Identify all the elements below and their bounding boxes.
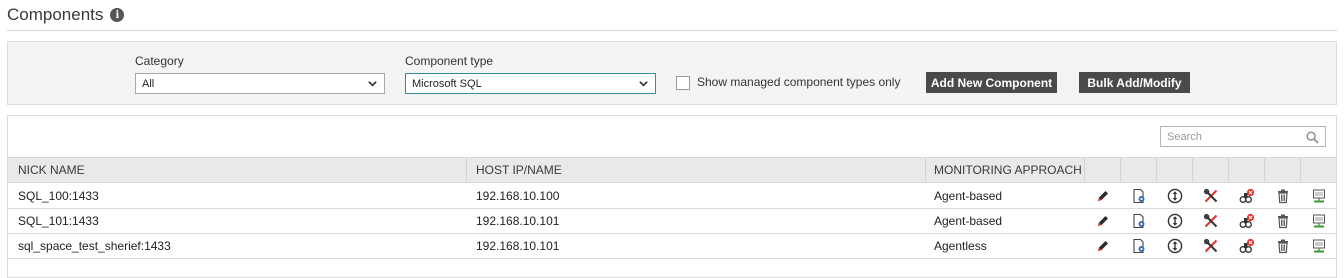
nick-name-cell: SQL_100:1433 — [18, 189, 99, 203]
host-cell: 192.168.10.100 — [476, 189, 560, 203]
edit-icon[interactable] — [1094, 237, 1112, 255]
table-header: NICK NAME HOST IP/NAME MONITORING APPROA… — [8, 157, 1336, 183]
table-row[interactable]: sql_space_test_sherief:1433 192.168.10.1… — [8, 234, 1336, 259]
delete-icon[interactable] — [1274, 212, 1292, 230]
monitor-icon[interactable] — [1310, 237, 1328, 255]
component-type-label: Component type — [405, 54, 494, 68]
bulk-add-modify-button[interactable]: Bulk Add/Modify — [1079, 72, 1190, 93]
info-icon[interactable]: i — [110, 8, 125, 22]
title-divider — [7, 30, 1337, 31]
unmanage-icon[interactable] — [1238, 237, 1256, 255]
unmanage-icon[interactable] — [1238, 212, 1256, 230]
host-cell: 192.168.10.101 — [476, 214, 560, 228]
unmanage-icon[interactable] — [1238, 187, 1256, 205]
nick-name-cell: sql_space_test_sherief:1433 — [18, 239, 171, 253]
host-cell: 192.168.10.101 — [476, 239, 560, 253]
components-table-panel: Search NICK NAME HOST IP/NAME MONITORING… — [7, 115, 1337, 278]
nick-name-cell: SQL_101:1433 — [18, 214, 99, 228]
tools-icon[interactable] — [1202, 212, 1220, 230]
edit-icon[interactable] — [1094, 187, 1112, 205]
search-icon — [1306, 131, 1319, 144]
configure-icon[interactable] — [1130, 212, 1148, 230]
approach-cell: Agent-based — [934, 189, 1003, 203]
tools-icon[interactable] — [1202, 237, 1220, 255]
add-new-component-button[interactable]: Add New Component — [926, 72, 1057, 93]
tools-icon[interactable] — [1202, 187, 1220, 205]
monitor-icon[interactable] — [1310, 187, 1328, 205]
approach-cell: Agentless — [934, 239, 987, 253]
category-label: Category — [135, 54, 184, 68]
page-header: Components i — [7, 4, 125, 26]
page-title: Components — [7, 5, 104, 24]
chevron-down-icon — [639, 81, 648, 87]
category-select[interactable]: All — [135, 73, 385, 94]
approach-cell: Agent-based — [934, 214, 1003, 228]
component-type-select[interactable]: Microsoft SQL — [405, 73, 656, 94]
search-input[interactable]: Search — [1160, 126, 1326, 147]
managed-only-label[interactable]: Show managed component types only — [697, 75, 900, 89]
delete-icon[interactable] — [1274, 187, 1292, 205]
managed-only-checkbox[interactable] — [676, 76, 690, 90]
category-value: All — [142, 77, 155, 90]
column-header-monitoring-approach[interactable]: MONITORING APPROACH — [934, 158, 1082, 182]
chevron-down-icon — [368, 81, 377, 87]
edit-icon[interactable] — [1094, 212, 1112, 230]
move-icon[interactable] — [1166, 237, 1184, 255]
column-header-host[interactable]: HOST IP/NAME — [476, 158, 562, 182]
component-type-value: Microsoft SQL — [412, 77, 482, 90]
move-icon[interactable] — [1166, 187, 1184, 205]
column-header-nick-name[interactable]: NICK NAME — [18, 158, 85, 182]
table-row[interactable]: SQL_100:1433 192.168.10.100 Agent-based — [8, 184, 1336, 209]
configure-icon[interactable] — [1130, 187, 1148, 205]
table-row[interactable]: SQL_101:1433 192.168.10.101 Agent-based — [8, 209, 1336, 234]
move-icon[interactable] — [1166, 212, 1184, 230]
monitor-icon[interactable] — [1310, 212, 1328, 230]
configure-icon[interactable] — [1130, 237, 1148, 255]
filter-panel: Category All Component type Microsoft SQ… — [7, 41, 1337, 105]
delete-icon[interactable] — [1274, 237, 1292, 255]
search-placeholder: Search — [1167, 130, 1202, 143]
